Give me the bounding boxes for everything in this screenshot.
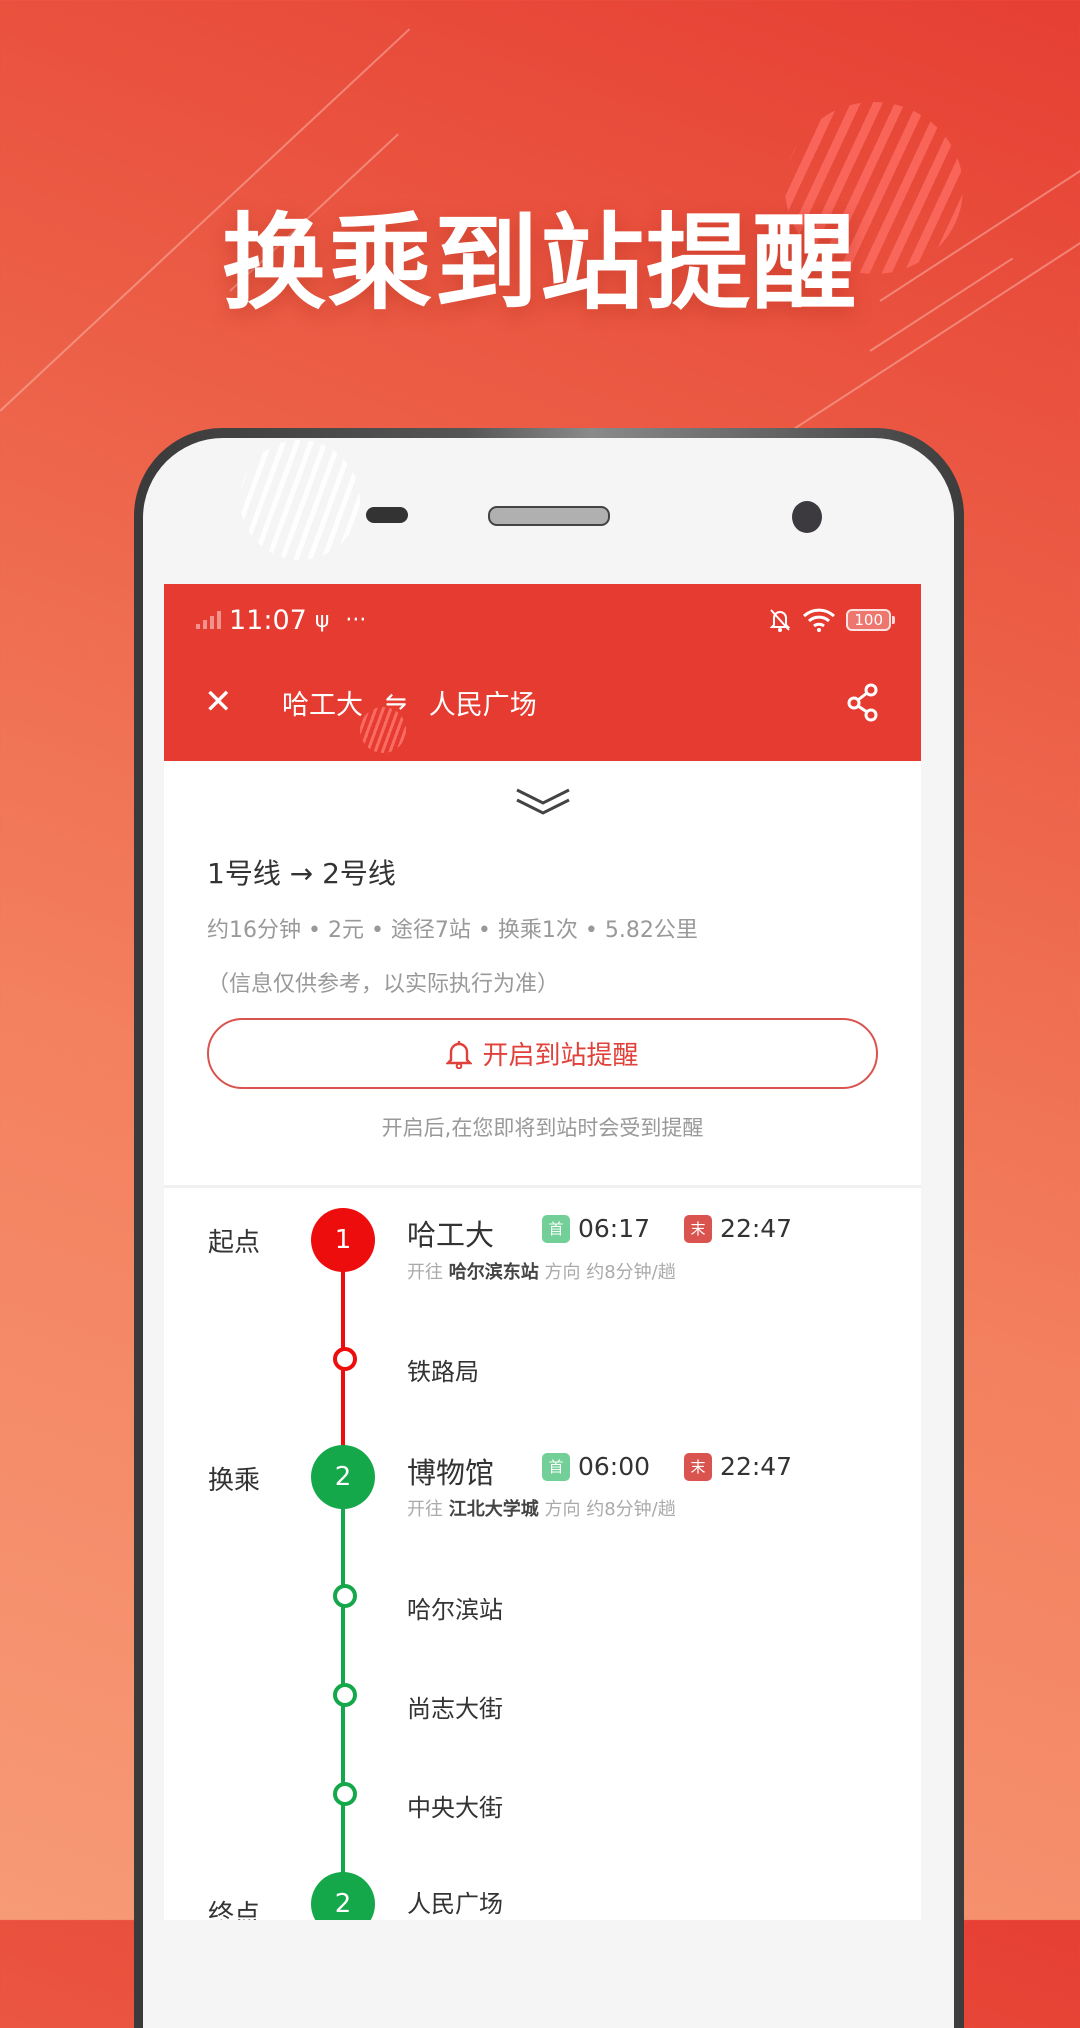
- stop-dot: [333, 1347, 357, 1371]
- last-train-time: 22:47: [720, 1214, 793, 1243]
- stop-name: 中央大街: [407, 1794, 503, 1822]
- line-2-badge: 2: [311, 1445, 375, 1509]
- first-train-time: 06:00: [578, 1452, 651, 1481]
- direction-prefix: 开往: [407, 1262, 443, 1283]
- promo-title: 换乘到站提醒: [221, 202, 858, 324]
- decorative-striped-circle: [240, 440, 360, 560]
- direction-frequency: 方向 约8分钟/趟: [544, 1499, 676, 1520]
- proximity-sensor: [366, 507, 408, 523]
- start-station-name[interactable]: 哈工大: [407, 1212, 494, 1254]
- first-train-badge: 首: [542, 1452, 570, 1481]
- last-train-time: 22:47: [720, 1452, 793, 1481]
- transfer-direction: 开往 江北大学城 方向 约8分钟/趟: [407, 1495, 676, 1521]
- earpiece-speaker: [488, 506, 610, 526]
- transfer-role-label: 换乘: [208, 1466, 261, 1496]
- last-train-badge: 末: [684, 1214, 713, 1243]
- stop-name: 尚志大街: [407, 1695, 503, 1723]
- line-2-badge: 2: [311, 1872, 375, 1920]
- transfer-station-name[interactable]: 博物馆: [407, 1450, 494, 1492]
- first-train-badge: 首: [542, 1214, 570, 1243]
- direction-terminal: 哈尔滨东站: [448, 1262, 539, 1283]
- direction-prefix: 开往: [407, 1499, 443, 1520]
- line-1-badge: 1: [311, 1208, 375, 1272]
- stop-dot: [333, 1782, 357, 1806]
- route-timeline: 起点 1 哈工大 首 06:17 末 22:47 开往 哈尔滨东站 方向 约8分…: [164, 584, 921, 1920]
- start-service-times: 首 06:17 末 22:47: [542, 1214, 792, 1243]
- stop-name: 铁路局: [407, 1358, 479, 1386]
- stop-dot: [333, 1584, 357, 1608]
- stop-name: 哈尔滨站: [407, 1596, 503, 1624]
- direction-terminal: 江北大学城: [448, 1499, 539, 1520]
- app-screen: 11:07 ψ ··· 100 ✕ 哈工大 ⇋ 人民广场 1号线 → 2号线 约…: [164, 584, 921, 1920]
- stop-dot: [333, 1683, 357, 1707]
- end-station-name[interactable]: 人民广场: [407, 1884, 503, 1919]
- transfer-service-times: 首 06:00 末 22:47: [542, 1452, 792, 1481]
- end-role-label: 终点: [208, 1900, 261, 1920]
- start-role-label: 起点: [208, 1228, 261, 1258]
- last-train-badge: 末: [684, 1452, 713, 1481]
- start-direction: 开往 哈尔滨东站 方向 约8分钟/趟: [407, 1258, 676, 1284]
- front-camera: [792, 501, 822, 533]
- direction-frequency: 方向 约8分钟/趟: [544, 1262, 676, 1283]
- first-train-time: 06:17: [578, 1214, 651, 1243]
